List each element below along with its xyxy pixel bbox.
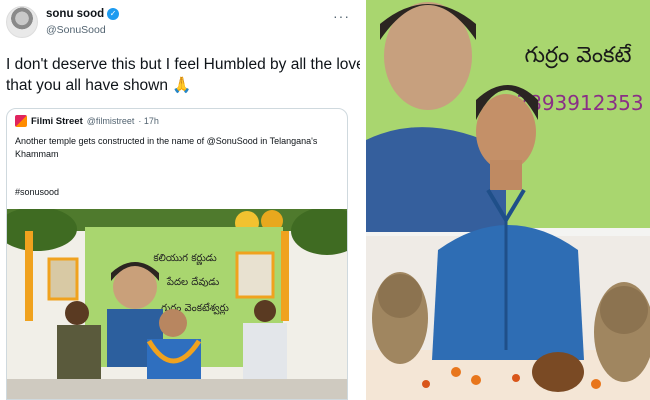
avatar[interactable] — [6, 6, 38, 38]
ceremony-banner-line: పేదల దేవుడు — [166, 276, 220, 288]
quoted-tweet-header: Filmi Street @filmistreet · 17h — [15, 115, 159, 127]
tweet-text-line: that you all have shown 🙏 — [6, 77, 192, 94]
quoted-tweet[interactable]: Filmi Street @filmistreet · 17h Another … — [6, 108, 348, 400]
quoted-tweet-text: Another temple gets constructed in the n… — [15, 135, 337, 161]
quoted-author-handle: @filmistreet — [86, 116, 135, 126]
author-name-row: sonu sood ✓ — [46, 8, 120, 20]
author-handle[interactable]: @SonuSood — [46, 24, 106, 36]
banner-name-text: గుర్రం వెంకటే — [525, 43, 632, 69]
tweet-header: sonu sood ✓ @SonuSood ··· — [6, 6, 354, 46]
verified-badge-icon: ✓ — [107, 8, 120, 20]
quoted-author-avatar — [15, 115, 27, 127]
quoted-text-line: Khammam — [15, 149, 59, 159]
quoted-text-line: Another temple gets constructed in the n… — [15, 136, 318, 146]
tweet-text: I don't deserve this but I feel Humbled … — [6, 54, 360, 96]
quoted-author-name: Filmi Street — [31, 115, 83, 127]
temple-ceremony-image: కలియుగ కర్ణుడు పేదల దేవుడు గుర్రం వెంకటే… — [7, 209, 347, 399]
more-options-icon[interactable]: ··· — [333, 8, 350, 24]
bust-photo-image: గుర్రం వెంకటే 7893912353 — [366, 0, 650, 400]
tweet-card: sonu sood ✓ @SonuSood ··· I don't deserv… — [0, 0, 360, 400]
quoted-hashtag[interactable]: #sonusood — [15, 187, 59, 197]
quoted-tweet-photo[interactable]: కలియుగ కర్ణుడు పేదల దేవుడు గుర్రం వెంకటే… — [7, 209, 347, 399]
temple-bust-photo[interactable]: గుర్రం వెంకటే 7893912353 — [366, 0, 650, 400]
quoted-tweet-time: · 17h — [138, 116, 159, 126]
tweet-text-line: I don't deserve this but I feel Humbled … — [6, 56, 360, 73]
ceremony-banner-line: కలియుగ కర్ణుడు — [153, 253, 217, 265]
author-display-name[interactable]: sonu sood — [46, 8, 104, 20]
